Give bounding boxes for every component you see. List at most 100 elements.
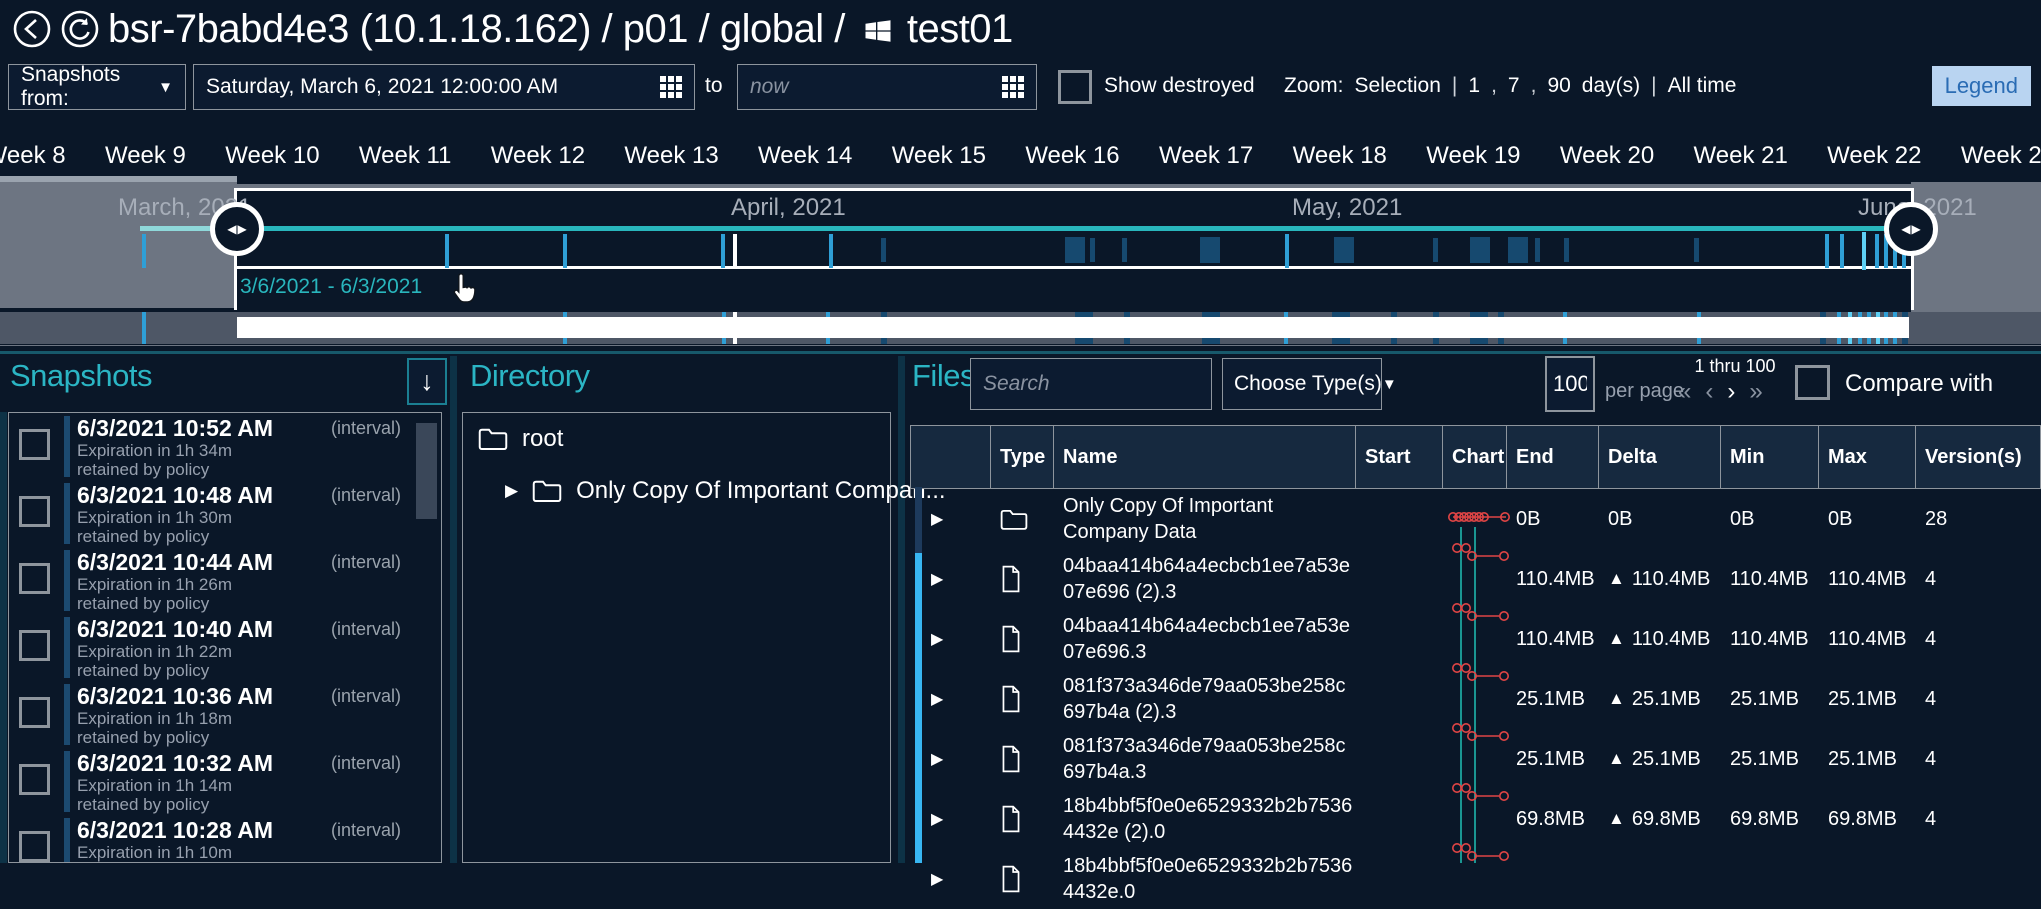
file-end: 69.8MB bbox=[1507, 789, 1599, 849]
file-row[interactable]: ▶04baa414b64a4ecbcb1ee7a53e07e696.3110.4… bbox=[910, 609, 2041, 669]
snapshot-checkbox[interactable] bbox=[19, 764, 50, 795]
snapshot-checkbox[interactable] bbox=[19, 630, 50, 661]
mouse-cursor bbox=[446, 270, 482, 306]
snapshot-item[interactable]: 6/3/2021 10:36 AMExpiration in 1h 18mret… bbox=[9, 681, 441, 748]
directory-item-root[interactable]: root bbox=[478, 425, 563, 453]
compare-with-checkbox[interactable] bbox=[1795, 365, 1830, 400]
delta-up-icon: ▲ bbox=[1608, 569, 1625, 589]
snapshot-tick bbox=[1862, 232, 1866, 270]
zoom-option[interactable]: 90 bbox=[1547, 74, 1570, 98]
file-chart-cell bbox=[1443, 609, 1507, 669]
expander-icon[interactable]: ▶ bbox=[505, 481, 518, 501]
back-icon[interactable] bbox=[12, 9, 52, 49]
overview-selection-band[interactable] bbox=[237, 317, 1909, 338]
column-header[interactable]: Chart bbox=[1443, 426, 1507, 488]
timeline-selection-bottom-edge bbox=[234, 266, 1914, 269]
file-end: 110.4MB bbox=[1507, 549, 1599, 609]
snapshot-item[interactable]: 6/3/2021 10:32 AMExpiration in 1h 14mret… bbox=[9, 748, 441, 815]
show-destroyed-label: Show destroyed bbox=[1104, 74, 1255, 98]
snapshot-item[interactable]: 6/3/2021 10:40 AMExpiration in 1h 22mret… bbox=[9, 614, 441, 681]
prev-page-button[interactable]: ‹ bbox=[1705, 378, 1713, 406]
column-header[interactable]: End bbox=[1507, 426, 1599, 488]
type-filter-dropdown[interactable]: Choose Type(s) ▼ bbox=[1222, 358, 1382, 410]
file-row[interactable]: ▶Only Copy Of Important Company Data0B0B… bbox=[910, 489, 2041, 549]
row-expander-icon[interactable]: ▶ bbox=[931, 689, 943, 709]
column-header[interactable]: Version(s) bbox=[1916, 426, 2041, 488]
zoom-option[interactable]: day(s) bbox=[1582, 74, 1640, 98]
week-label: Week 23 bbox=[1961, 142, 2041, 170]
row-expander-icon[interactable]: ▶ bbox=[931, 869, 943, 889]
directory-item-child[interactable]: ▶ Only Copy Of Important Compan... bbox=[505, 477, 946, 505]
first-page-button[interactable]: « bbox=[1678, 378, 1691, 406]
column-header[interactable]: Min bbox=[1721, 426, 1819, 488]
snapshot-date: 6/3/2021 10:32 AM bbox=[77, 750, 273, 776]
snapshot-checkbox[interactable] bbox=[19, 831, 50, 862]
row-expander-icon[interactable]: ▶ bbox=[931, 509, 943, 529]
snapshot-checkbox[interactable] bbox=[19, 429, 50, 460]
files-table-scrollbar[interactable] bbox=[915, 487, 922, 863]
calendar-icon[interactable] bbox=[660, 76, 682, 98]
selection-right-handle[interactable]: ◀▶ bbox=[1884, 202, 1938, 256]
zoom-separator: | bbox=[1651, 74, 1656, 98]
file-row[interactable]: ▶ 04baa414b64a4ecbcb1ee7a53e07e696 (2).3 1… bbox=[910, 549, 2041, 609]
snapshots-list[interactable]: 6/3/2021 10:52 AMExpiration in 1h 34mret… bbox=[8, 412, 442, 863]
zoom-option[interactable]: 7 bbox=[1508, 74, 1520, 98]
zoom-option[interactable]: Selection bbox=[1355, 74, 1441, 98]
refresh-icon[interactable] bbox=[60, 9, 100, 49]
month-label: May, 2021 bbox=[1292, 194, 1402, 222]
legend-button[interactable]: Legend bbox=[1932, 66, 2031, 106]
column-header[interactable]: Start bbox=[1356, 426, 1443, 488]
per-page-input[interactable] bbox=[1545, 356, 1595, 412]
snapshot-tick bbox=[1433, 238, 1438, 262]
row-expander-icon[interactable]: ▶ bbox=[931, 629, 943, 649]
search-input[interactable] bbox=[970, 358, 1212, 410]
file-start bbox=[1356, 669, 1443, 729]
snapshot-item[interactable]: 6/3/2021 10:52 AMExpiration in 1h 34mret… bbox=[9, 413, 441, 480]
selection-left-handle[interactable]: ◀▶ bbox=[210, 202, 264, 256]
column-header[interactable]: Type bbox=[991, 426, 1054, 488]
column-header[interactable]: Max bbox=[1819, 426, 1916, 488]
snapshot-item[interactable]: 6/3/2021 10:48 AMExpiration in 1h 30mret… bbox=[9, 480, 441, 547]
next-page-button[interactable]: › bbox=[1727, 378, 1735, 406]
column-header[interactable]: Name bbox=[1054, 426, 1356, 488]
zoom-option[interactable]: 1 bbox=[1468, 74, 1480, 98]
show-destroyed-checkbox[interactable] bbox=[1058, 70, 1092, 104]
overview-strip[interactable] bbox=[0, 310, 2041, 356]
column-header[interactable] bbox=[910, 426, 991, 488]
file-chart-cell bbox=[1443, 489, 1507, 549]
row-expander-icon[interactable]: ▶ bbox=[931, 749, 943, 769]
snapshot-item[interactable]: 6/3/2021 10:44 AMExpiration in 1h 26mret… bbox=[9, 547, 441, 614]
snapshot-checkbox[interactable] bbox=[19, 563, 50, 594]
snapshot-timeline[interactable]: March, 2021April, 2021May, 2021June, 202… bbox=[0, 182, 2041, 310]
overview-tick bbox=[142, 312, 146, 344]
directory-tree[interactable]: root ▶ Only Copy Of Important Compan... bbox=[462, 412, 891, 863]
week-axis: Week 8Week 9Week 10Week 11Week 12Week 13… bbox=[0, 142, 2041, 170]
per-page-label: per page bbox=[1605, 380, 1684, 403]
date-to-field[interactable]: now bbox=[737, 64, 1037, 110]
snapshot-expiration: Expiration in 1h 14m bbox=[77, 776, 273, 795]
snapshot-retained: retained by policy bbox=[77, 594, 273, 613]
snapshots-scrollbar[interactable] bbox=[416, 423, 437, 519]
directory-item-label: Only Copy Of Important Compan... bbox=[576, 477, 945, 505]
snapshot-checkbox[interactable] bbox=[19, 496, 50, 527]
row-expander-icon[interactable]: ▶ bbox=[931, 569, 943, 589]
snapshots-from-dropdown[interactable]: Snapshots from: ▼ bbox=[8, 64, 186, 110]
column-header[interactable]: Delta bbox=[1599, 426, 1721, 488]
snapshot-tick bbox=[1122, 238, 1127, 262]
snapshot-tick bbox=[1875, 234, 1879, 268]
snapshot-item[interactable]: 6/3/2021 10:28 AMExpiration in 1h 10mret… bbox=[9, 815, 441, 863]
calendar-icon[interactable] bbox=[1002, 76, 1024, 98]
file-row[interactable]: ▶18b4bbf5f0e0e6529332b2b75364432e.0 bbox=[910, 849, 2041, 909]
file-row[interactable]: ▶081f373a346de79aa053be258c697b4a (2).32… bbox=[910, 669, 2041, 729]
file-row[interactable]: ▶18b4bbf5f0e0e6529332b2b75364432e (2).06… bbox=[910, 789, 2041, 849]
zoom-option[interactable]: All time bbox=[1668, 74, 1737, 98]
row-expander-icon[interactable]: ▶ bbox=[931, 809, 943, 829]
last-page-button[interactable]: » bbox=[1749, 378, 1762, 406]
window-header: bsr-7babd4e3 (10.1.18.162) / p01 / globa… bbox=[0, 0, 2041, 58]
download-snapshots-button[interactable]: ↓ bbox=[407, 358, 447, 405]
date-from-field[interactable]: Saturday, March 6, 2021 12:00:00 AM bbox=[193, 64, 695, 110]
file-start bbox=[1356, 789, 1443, 849]
file-name: 04baa414b64a4ecbcb1ee7a53e07e696 (2).3 bbox=[1054, 549, 1356, 609]
snapshot-checkbox[interactable] bbox=[19, 697, 50, 728]
file-row[interactable]: ▶081f373a346de79aa053be258c697b4a.325.1M… bbox=[910, 729, 2041, 789]
